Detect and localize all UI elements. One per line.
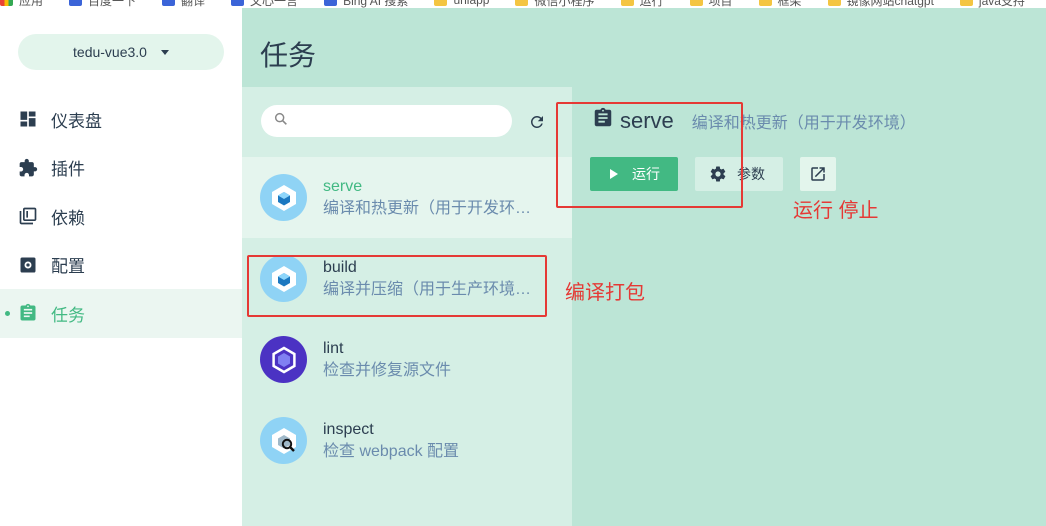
bookmark-folder-uniapp[interactable]: uniapp: [434, 0, 489, 7]
refresh-button[interactable]: [526, 111, 548, 133]
webpack-inspect-icon: [260, 417, 307, 464]
sidebar-nav: 仪表盘 插件 依赖 配置 任务: [0, 95, 242, 338]
sidebar-item-tasks[interactable]: 任务: [0, 289, 242, 338]
folder-icon: [689, 0, 703, 6]
folder-icon: [827, 0, 841, 6]
project-name: tedu-vue3.0: [73, 44, 147, 60]
puzzle-icon: [18, 158, 38, 178]
bookmark-baidu[interactable]: 百度一下: [69, 0, 136, 8]
sidebar-item-plugins[interactable]: 插件: [0, 144, 242, 193]
sidebar-item-dashboard[interactable]: 仪表盘: [0, 95, 242, 144]
sidebar: tedu-vue3.0 仪表盘 插件 依赖 配置 任务: [0, 8, 242, 526]
task-name: inspect: [323, 420, 374, 438]
sidebar-item-label: 任务: [51, 305, 85, 325]
wenxin-icon: [231, 0, 245, 6]
sidebar-item-label: 仪表盘: [51, 111, 102, 131]
sidebar-item-config[interactable]: 配置: [0, 241, 242, 290]
bookmarks-bar: 应用 百度一下 翻译 文心一言 Bing AI 搜索 uniapp 微信小程序 …: [0, 0, 1046, 8]
search-icon: [273, 111, 289, 132]
baidu-icon: [69, 0, 83, 6]
annotation-run-stop: 运行 停止: [793, 200, 879, 222]
caret-down-icon: [160, 49, 169, 55]
task-description: 检查 webpack 配置: [323, 442, 460, 460]
sidebar-item-label: 依赖: [51, 208, 85, 228]
bookmark-folder-chatgpt[interactable]: 镜像网站chatgpt: [827, 0, 934, 8]
bookmark-translate[interactable]: 翻译: [162, 0, 205, 8]
dashboard-icon: [18, 109, 38, 129]
search-input[interactable]: [297, 113, 497, 129]
translate-icon: [162, 0, 176, 6]
assignment-icon: [18, 303, 38, 323]
bookmark-apps[interactable]: 应用: [0, 0, 43, 8]
bookmark-folder-run[interactable]: 运行: [620, 0, 664, 8]
sidebar-item-label: 插件: [51, 160, 85, 180]
folder-icon: [434, 0, 448, 6]
main-header: 任务: [242, 8, 1046, 87]
bookmark-wenxin[interactable]: 文心一言: [231, 0, 298, 8]
annotation-box-build: [247, 255, 547, 317]
task-description: 编译和热更新（用于开发环…: [323, 199, 532, 217]
sidebar-item-dependencies[interactable]: 依赖: [0, 192, 242, 241]
annotation-build-pack: 编译打包: [565, 282, 645, 304]
webpack-icon: [260, 174, 307, 221]
folder-icon: [758, 0, 772, 6]
task-name: serve: [323, 177, 363, 195]
bookmark-folder-framework[interactable]: 框架: [758, 0, 802, 8]
sidebar-item-label: 配置: [51, 257, 85, 277]
folder-icon: [515, 0, 529, 6]
active-indicator: [5, 310, 10, 316]
task-item-inspect[interactable]: inspect 检查 webpack 配置: [242, 400, 572, 481]
open-in-new-button[interactable]: [800, 157, 836, 191]
task-description: 检查并修复源文件: [323, 361, 452, 379]
task-item-lint[interactable]: lint 检查并修复源文件: [242, 319, 572, 400]
task-name: lint: [323, 339, 344, 357]
bookmark-folder-java[interactable]: java支持: [959, 0, 1025, 8]
folder-icon: [620, 0, 634, 6]
bookmark-folder-miniprogram[interactable]: 微信小程序: [515, 0, 595, 8]
project-selector[interactable]: tedu-vue3.0: [18, 34, 224, 70]
apps-grid-icon: [0, 0, 13, 6]
page-title: 任务: [260, 40, 317, 71]
settings-icon: [18, 255, 38, 275]
library-books-icon: [18, 206, 38, 226]
folder-icon: [959, 0, 973, 6]
eslint-icon: [260, 336, 307, 383]
refresh-icon: [530, 115, 543, 128]
bing-icon: [324, 0, 338, 6]
annotation-box-run: [556, 102, 743, 208]
bookmark-bing[interactable]: Bing AI 搜索: [324, 0, 408, 8]
bookmark-folder-project[interactable]: 项目: [689, 0, 733, 8]
search-box[interactable]: [261, 105, 512, 137]
task-item-serve[interactable]: serve 编译和热更新（用于开发环…: [242, 157, 572, 238]
open-in-new-icon: [811, 167, 825, 181]
